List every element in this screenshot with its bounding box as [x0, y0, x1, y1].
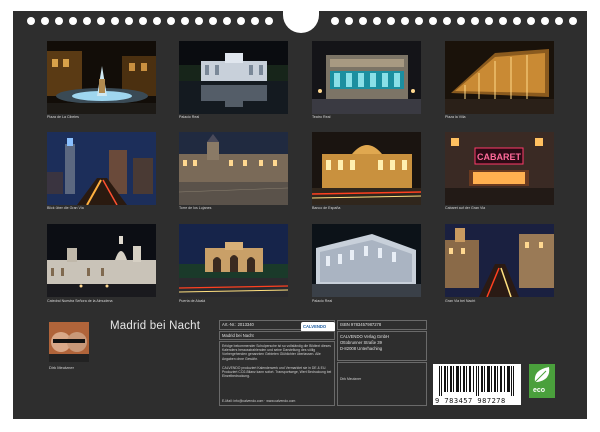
binding-hole [265, 17, 273, 25]
binding-hole [569, 17, 577, 25]
eco-badge: eco [529, 364, 555, 398]
eco-label: eco [533, 387, 546, 394]
binding-hole [41, 17, 49, 25]
photo-caption: Plaza de La Cibeles [47, 115, 79, 119]
product-info-panel: Art.-Nr.: 2013340 CALVENDO Madrid bei Na… [219, 320, 581, 406]
binding-hole [485, 17, 493, 25]
publisher-line-1: CALVENDO Verlag GmbH [340, 334, 390, 339]
isbn: ISBN 9783457987278 [340, 322, 382, 327]
barcode-number: 9 783457 987278 [435, 397, 506, 405]
binding-hole [471, 17, 479, 25]
publisher-line-2: Ottobrunner Straße 39 [340, 340, 382, 345]
binding-hole [209, 17, 217, 25]
author-name: Dirk Meutzner [49, 365, 74, 370]
article-number: Art.-Nr.: 2013340 [222, 322, 254, 327]
binding-hole [401, 17, 409, 25]
binding-hole [555, 17, 563, 25]
binding-hole [223, 17, 231, 25]
hanger-notch [283, 3, 319, 33]
photo-caption: Teatro Real [312, 115, 331, 119]
author-label: Dirk Meutzner [340, 377, 362, 381]
leaf-icon [534, 367, 550, 383]
binding-hole [527, 17, 535, 25]
photo-teatro-real [312, 41, 421, 114]
barcode: 9 783457 987278 [433, 364, 521, 405]
binding-hole [251, 17, 259, 25]
binding-hole [125, 17, 133, 25]
photo-palacio-real-reflection [179, 41, 288, 114]
photo-gran-via-night [445, 224, 554, 297]
binding-hole [111, 17, 119, 25]
photo-caption: Banco de España [312, 206, 341, 210]
binding-hole [83, 17, 91, 25]
binding-hole [499, 17, 507, 25]
photo-cabaret: CABARET [445, 132, 554, 205]
binding-hole [97, 17, 105, 25]
binding-hole [373, 17, 381, 25]
photo-caption: Puerta de Alcalá [179, 299, 206, 303]
photo-plaza-la-villa [445, 41, 554, 114]
calendar-title: Madrid bei Nacht [110, 320, 201, 332]
photo-caption: Cabaret auf der Gran Via [445, 206, 486, 210]
binding-hole [443, 17, 451, 25]
calvendo-logo-text: CALVENDO [303, 324, 327, 329]
binding-hole [387, 17, 395, 25]
binding-hole [181, 17, 189, 25]
binding-hole [167, 17, 175, 25]
photo-caption: Palacio Real [179, 115, 200, 119]
binding-hole [55, 17, 63, 25]
description-text: Erfolge bekommender Schulpersche ist so … [222, 344, 331, 361]
binding-hole [237, 17, 245, 25]
photo-banco-espana [312, 132, 421, 205]
binding-hole [415, 17, 423, 25]
photo-puerta-alcala [179, 224, 288, 297]
photo-gran-via-skyline [47, 132, 156, 205]
binding-hole [69, 17, 77, 25]
photo-cibeles [47, 41, 156, 114]
binding-hole [27, 17, 35, 25]
photo-torre-lujanes [179, 132, 288, 205]
binding-hole [429, 17, 437, 25]
photo-caption: Gran Via bei Nacht [445, 299, 476, 303]
photo-caption: Blick über die Gran Via [47, 206, 84, 210]
photo-almudena [47, 224, 156, 297]
calendar-name: Madrid bei Nacht [222, 333, 254, 338]
production-note: CALVENDO produziert Kalenderwerk und Ver… [222, 366, 332, 379]
binding-hole [359, 17, 367, 25]
photo-caption: Palacio Real [312, 299, 333, 303]
binding-hole [153, 17, 161, 25]
author-box [337, 362, 427, 406]
binding-hole [139, 17, 147, 25]
photo-caption: Catedral Nuestra Señora de la Almudena [47, 299, 113, 303]
binding-hole [541, 17, 549, 25]
binding-hole [345, 17, 353, 25]
binding-hole [513, 17, 521, 25]
binding-hole [331, 17, 339, 25]
photo-palacio-real-side [312, 224, 421, 297]
publisher-line-3: D-82008 Unterhaching [340, 346, 383, 351]
author-portrait [49, 322, 89, 362]
binding-hole [457, 17, 465, 25]
cabaret-sign: CABARET [477, 152, 522, 162]
photo-caption: Torre de los Lujanes [179, 206, 212, 210]
contact-line: E-Mail: info@calvendo.com · www.calvendo… [222, 399, 296, 403]
binding-holes [13, 3, 587, 33]
photo-caption: Plaza la Villa [445, 115, 466, 119]
binding-hole [195, 17, 203, 25]
calendar-back-cover: Plaza de La Cibeles Palacio Real Teatro … [13, 3, 587, 419]
